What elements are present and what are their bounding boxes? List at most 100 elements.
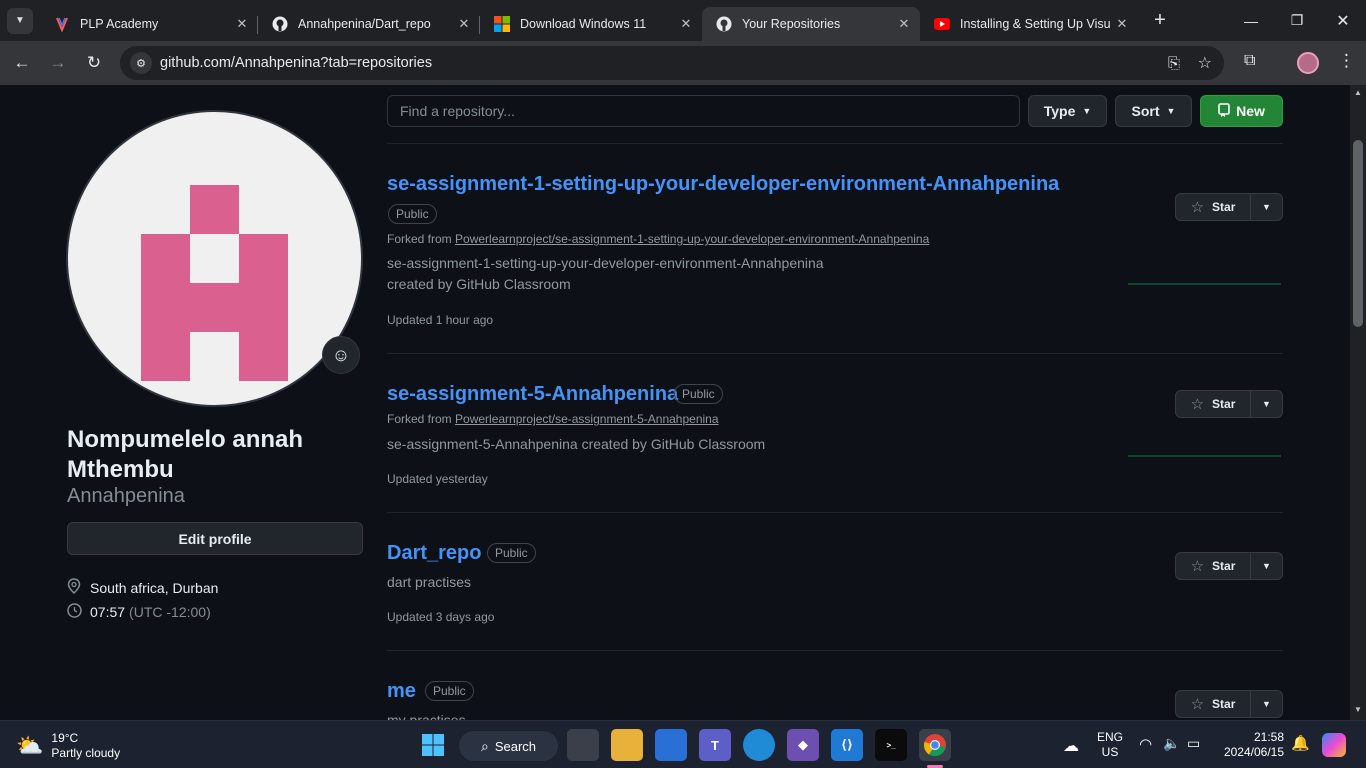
avatar[interactable]: [66, 110, 363, 407]
url-text: github.com/Annahpenina?tab=repositories: [160, 55, 433, 71]
minimize-button[interactable]: —: [1228, 0, 1274, 41]
github-repositories-page: ☺ Nompumelelo annah Mthembu Annahpenina …: [0, 85, 1350, 720]
task-view-icon[interactable]: [567, 729, 599, 761]
back-button[interactable]: ←: [4, 45, 40, 81]
close-icon[interactable]: ✕: [456, 16, 472, 32]
repo-name-link[interactable]: se-assignment-1-setting-up-your-develope…: [387, 173, 1059, 196]
close-window-button[interactable]: ✕: [1320, 0, 1366, 41]
type-filter-button[interactable]: Type ▼: [1028, 95, 1107, 127]
weather-widget[interactable]: ⛅ 19°C Partly cloudy: [16, 731, 120, 761]
start-button[interactable]: [417, 729, 449, 761]
language-indicator[interactable]: ENG US: [1097, 730, 1123, 760]
repo-name-link[interactable]: me: [387, 680, 416, 703]
star-button[interactable]: ☆ Star ▼: [1175, 552, 1283, 580]
forward-button[interactable]: →: [40, 45, 76, 81]
close-icon[interactable]: ✕: [678, 16, 694, 32]
profile-avatar-icon[interactable]: [1297, 52, 1319, 74]
star-button[interactable]: ☆ Star ▼: [1175, 193, 1283, 221]
terminal-icon[interactable]: >_: [875, 729, 907, 761]
forked-from-link[interactable]: Powerlearnproject/se-assignment-1-settin…: [455, 232, 929, 246]
edit-profile-button[interactable]: Edit profile: [67, 522, 363, 555]
type-label: Type: [1043, 103, 1076, 119]
local-time-text: 07:57: [90, 604, 126, 620]
restore-icon: ❐: [1290, 12, 1304, 28]
star-label: Star: [1212, 559, 1236, 573]
tab-title: Your Repositories: [742, 16, 841, 31]
page-scrollbar[interactable]: ▲ ▼: [1350, 85, 1366, 720]
caret-down-icon: ▼: [1166, 106, 1176, 116]
forked-from-link[interactable]: Powerlearnproject/se-assignment-5-Annahp…: [455, 412, 718, 426]
star-button[interactable]: ☆ Star ▼: [1175, 690, 1283, 718]
bookmark-star-icon[interactable]: ☆: [1198, 53, 1212, 73]
tab-dart-repo[interactable]: Annahpenina/Dart_repo ✕: [258, 7, 480, 41]
reload-button[interactable]: ↻: [76, 45, 112, 81]
microsoft-store-icon[interactable]: [655, 729, 687, 761]
profile-local-time: 07:57 (UTC -12:00): [67, 603, 211, 621]
github-icon: [716, 16, 732, 32]
site-info-icon[interactable]: ⚙: [130, 52, 152, 74]
battery-icon[interactable]: ▭: [1187, 735, 1200, 752]
file-explorer-icon[interactable]: [611, 729, 643, 761]
taskbar-search[interactable]: ⌕ Search: [459, 731, 558, 761]
tab-title: PLP Academy: [80, 16, 159, 31]
scrollbar-thumb[interactable]: [1353, 140, 1363, 327]
star-list-dropdown[interactable]: ▼: [1251, 391, 1282, 417]
wifi-icon[interactable]: ◠: [1139, 735, 1152, 753]
youtube-icon: [934, 16, 950, 32]
star-list-dropdown[interactable]: ▼: [1251, 553, 1282, 579]
star-list-dropdown[interactable]: ▼: [1251, 691, 1282, 717]
repo-name-link[interactable]: Dart_repo: [387, 542, 481, 565]
vscode-icon[interactable]: ⟨⟩: [831, 729, 863, 761]
tab-installing-visual[interactable]: Installing & Setting Up Visu ✕: [920, 7, 1138, 41]
tab-search-button[interactable]: ▼: [7, 7, 33, 34]
tab-download-windows[interactable]: Download Windows 11 ✕: [480, 7, 702, 41]
new-tab-button[interactable]: +: [1142, 3, 1178, 39]
sort-button[interactable]: Sort ▼: [1115, 95, 1192, 127]
forked-prefix: Forked from: [387, 412, 452, 426]
volume-icon[interactable]: 🔈: [1163, 735, 1180, 752]
copilot-icon[interactable]: [1322, 733, 1346, 757]
star-list-dropdown[interactable]: ▼: [1251, 194, 1282, 220]
set-status-button[interactable]: ☺: [322, 336, 360, 374]
repo-name-link[interactable]: se-assignment-5-Annahpenina: [387, 383, 678, 406]
close-icon[interactable]: ✕: [1114, 16, 1130, 32]
star-button[interactable]: ☆ Star ▼: [1175, 390, 1283, 418]
onedrive-icon[interactable]: ☁: [1063, 736, 1079, 756]
address-bar[interactable]: ⚙ github.com/Annahpenina?tab=repositorie…: [120, 46, 1224, 80]
notification-bell-icon[interactable]: 🔔: [1291, 734, 1310, 752]
restore-button[interactable]: ❐: [1274, 0, 1320, 41]
chevron-down-icon: ▼: [15, 15, 25, 26]
close-icon[interactable]: ✕: [896, 16, 912, 32]
repository-search-input[interactable]: [387, 95, 1020, 127]
reload-icon: ↻: [86, 53, 102, 72]
divider: [387, 650, 1283, 651]
location-pin-icon: [67, 578, 83, 597]
install-app-icon[interactable]: ⎘: [1168, 55, 1180, 72]
star-label: Star: [1212, 397, 1236, 411]
minimize-icon: —: [1244, 12, 1258, 29]
teams-icon[interactable]: T: [699, 729, 731, 761]
new-repository-button[interactable]: New: [1200, 95, 1283, 127]
identicon: [141, 185, 288, 381]
star-icon: ☆: [1190, 696, 1205, 713]
extensions-icon[interactable]: ⧉: [1244, 52, 1255, 70]
clock-date: 2024/06/15: [1223, 745, 1284, 759]
repo-updated: Updated 3 days ago: [387, 610, 495, 624]
more-menu-icon[interactable]: ⋮: [1338, 51, 1355, 71]
taskbar-clock[interactable]: 21:58 2024/06/15: [1218, 730, 1284, 760]
chrome-icon[interactable]: [919, 729, 951, 761]
tab-plp-academy[interactable]: PLP Academy ✕: [40, 7, 258, 41]
forked-from: Forked from Powerlearnproject/se-assignm…: [387, 412, 719, 426]
tab-your-repositories[interactable]: Your Repositories ✕: [702, 6, 920, 41]
repo-updated: Updated yesterday: [387, 472, 488, 486]
scroll-down-icon[interactable]: ▼: [1354, 705, 1362, 714]
git-tool-icon[interactable]: ◆: [787, 729, 819, 761]
profile-username: Annahpenina: [67, 485, 185, 507]
scroll-up-icon[interactable]: ▲: [1354, 88, 1362, 97]
clock-icon: [67, 603, 83, 621]
smiley-icon: ☺: [331, 344, 351, 365]
clock-time: 21:58: [1253, 730, 1284, 744]
edge-icon[interactable]: [743, 729, 775, 761]
activity-sparkline: [1128, 283, 1281, 285]
close-icon[interactable]: ✕: [234, 16, 250, 32]
